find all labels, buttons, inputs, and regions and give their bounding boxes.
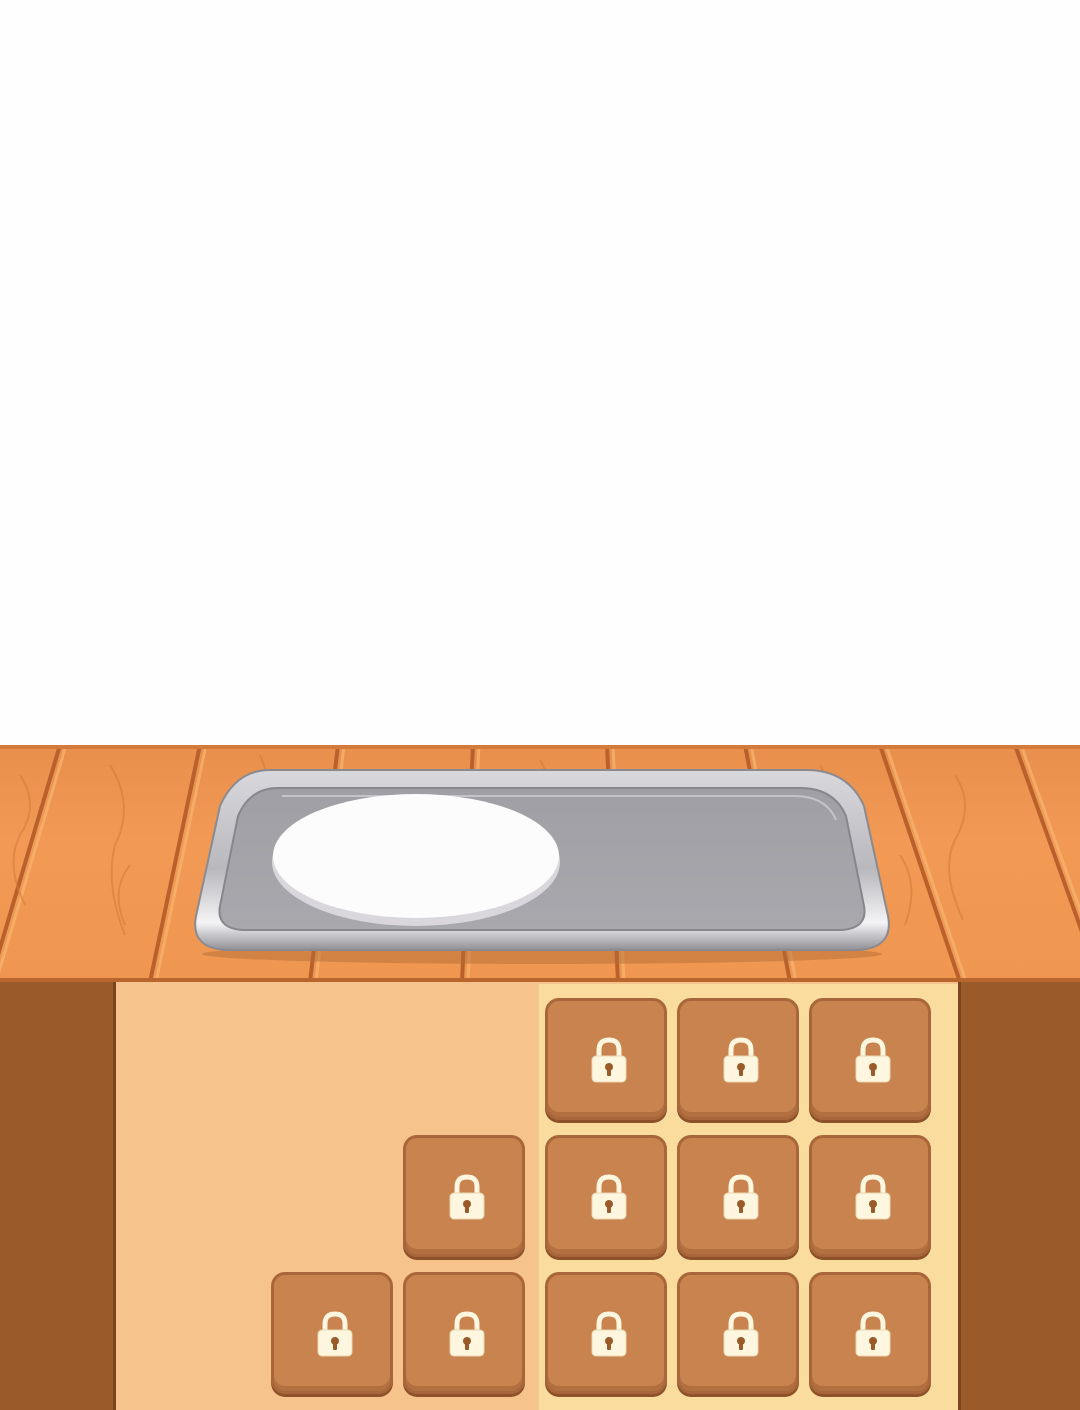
right-post <box>958 982 1080 1410</box>
lock-icon <box>855 1037 891 1083</box>
backdrop <box>0 0 1080 745</box>
lock-icon <box>449 1311 485 1357</box>
locked-ingredient-slot[interactable] <box>677 1272 799 1394</box>
lock-icon <box>855 1311 891 1357</box>
locked-ingredient-slot[interactable] <box>809 1135 931 1257</box>
game-stage <box>0 0 1080 1410</box>
lock-icon <box>591 1174 627 1220</box>
lock-icon <box>591 1311 627 1357</box>
locked-ingredient-slot[interactable] <box>809 1272 931 1394</box>
empty-plate[interactable] <box>272 794 560 926</box>
locked-ingredient-slot[interactable] <box>403 1135 525 1257</box>
lock-icon <box>723 1174 759 1220</box>
lock-icon <box>591 1037 627 1083</box>
lock-icon <box>855 1174 891 1220</box>
locked-ingredient-slot[interactable] <box>545 1135 667 1257</box>
locked-ingredient-slot[interactable] <box>677 998 799 1120</box>
locked-ingredient-slot[interactable] <box>677 1135 799 1257</box>
locked-ingredient-slot[interactable] <box>403 1272 525 1394</box>
serving-tray[interactable] <box>188 766 896 966</box>
lock-icon <box>723 1037 759 1083</box>
left-post <box>0 982 116 1410</box>
locked-ingredient-slot[interactable] <box>545 1272 667 1394</box>
lock-icon <box>317 1311 353 1357</box>
locked-ingredient-slot[interactable] <box>545 998 667 1120</box>
locked-ingredient-slot[interactable] <box>809 998 931 1120</box>
lock-icon <box>449 1174 485 1220</box>
locked-ingredient-slot[interactable] <box>271 1272 393 1394</box>
lock-icon <box>723 1311 759 1357</box>
